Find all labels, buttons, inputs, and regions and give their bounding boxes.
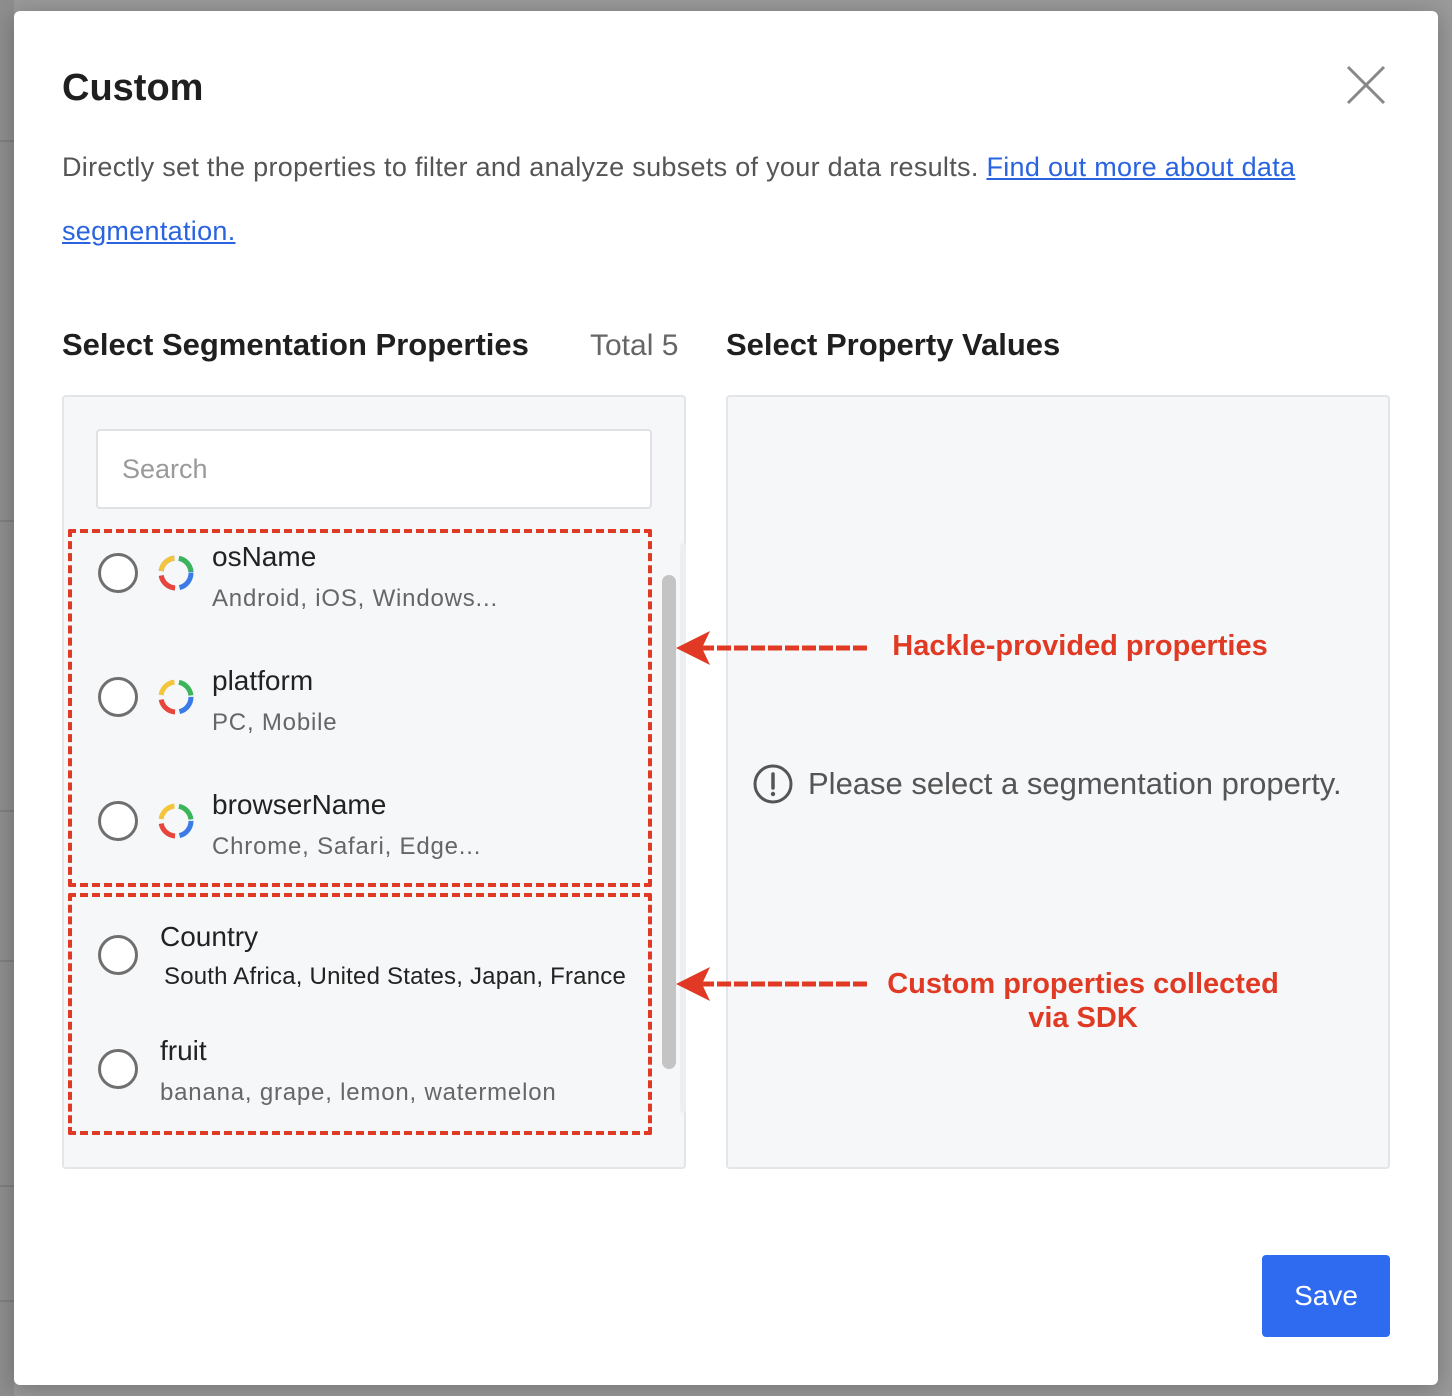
custom-annotation-line-2: via SDK: [1028, 1002, 1138, 1034]
hackle-annotation-arrow: [676, 631, 868, 665]
close-button[interactable]: [1344, 63, 1388, 107]
properties-heading: Select Segmentation Properties: [62, 327, 529, 362]
hackle-annotation-label: Hackle-provided properties: [892, 630, 1268, 662]
save-button[interactable]: Save: [1262, 1255, 1390, 1337]
custom-annotation-label: Custom properties collected via SDK: [870, 967, 1296, 1035]
dialog-title: Custom: [62, 67, 204, 109]
close-icon: [1346, 65, 1386, 105]
dialog-description: Directly set the properties to filter an…: [62, 135, 1382, 263]
custom-annotation-arrow: [676, 967, 868, 1001]
custom-annotation-line-1: Custom properties collected: [887, 968, 1279, 1000]
info-icon: [753, 764, 793, 804]
values-heading: Select Property Values: [726, 327, 1061, 362]
background-page-edge: [0, 0, 14, 1396]
description-text: Directly set the properties to filter an…: [62, 152, 987, 182]
values-panel: Please select a segmentation property.: [726, 395, 1390, 1169]
properties-total: Total 5: [590, 329, 679, 362]
empty-state-text: Please select a segmentation property.: [808, 766, 1342, 801]
search-input[interactable]: [96, 429, 652, 509]
empty-state: Please select a segmentation property.: [752, 763, 1342, 805]
properties-panel: osName Android, iOS, Windows... platform…: [62, 395, 686, 1169]
hackle-properties-highlight: [68, 529, 652, 887]
custom-segmentation-dialog: Custom Directly set the properties to fi…: [14, 11, 1438, 1385]
custom-properties-highlight: [68, 893, 652, 1135]
